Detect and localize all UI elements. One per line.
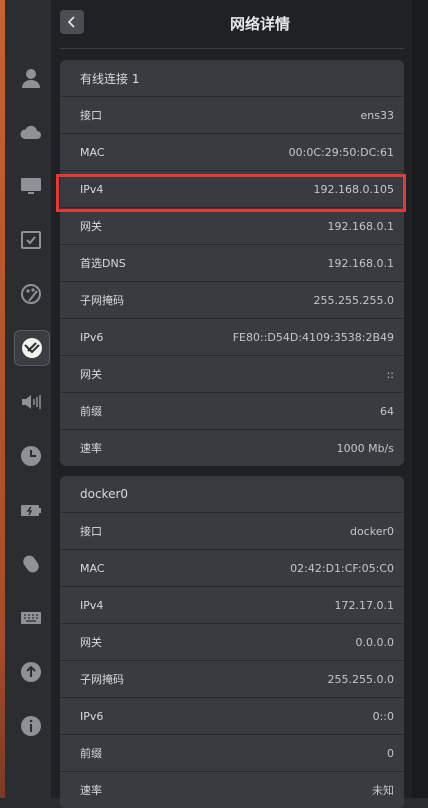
group-title: 有线连接 1 (60, 60, 404, 97)
info-row-dns: 首选DNS 192.168.0.1 (60, 245, 404, 282)
cloud-icon[interactable] (18, 119, 44, 145)
info-icon[interactable] (18, 713, 44, 739)
row-value: 172.17.0.1 (334, 598, 394, 612)
row-label: 子网掩码 (80, 673, 124, 686)
back-button[interactable] (60, 10, 84, 34)
info-row-prefix: 前缀 64 (60, 393, 404, 430)
mouse-icon[interactable] (18, 551, 44, 577)
row-value: :: (386, 367, 394, 381)
row-label: 速率 (80, 442, 102, 455)
power-icon[interactable] (18, 497, 44, 523)
row-label: 前缀 (80, 747, 102, 760)
info-row-ipv6-gateway: 网关:: (60, 356, 404, 393)
row-label: IPv6 (80, 709, 104, 723)
row-label: 子网掩码 (80, 294, 124, 307)
row-label: IPv4 (80, 598, 104, 612)
info-row-speed: 速率 1000 Mb/s (60, 430, 404, 466)
chevron-left-icon (67, 16, 75, 28)
default-apps-icon[interactable] (18, 227, 44, 253)
row-label: 网关 (80, 220, 102, 233)
info-row-gateway: 网关 0.0.0.0 (60, 624, 404, 661)
keyboard-icon[interactable] (18, 605, 44, 631)
row-value: docker0 (349, 524, 394, 538)
connection-group-wired: 有线连接 1 接口 ens33 MAC 00:0C:29:50:DC:61 IPv4… (60, 60, 404, 466)
info-row-ipv6: IPv6 0::0 (60, 698, 404, 735)
row-value: 1000 Mb/s (336, 441, 394, 455)
connection-group-docker0: docker0 接口 docker0 MAC 02:42:D1:CF:05:C0 I… (60, 476, 404, 808)
info-row-speed: 速率 未知 (60, 772, 404, 808)
row-value: 192.168.0.105 (313, 182, 394, 196)
row-value: 192.168.0.1 (327, 256, 394, 270)
info-row-prefix: 前缀 0 (60, 735, 404, 772)
row-value: ens33 (360, 108, 394, 122)
row-value: 255.255.255.0 (313, 293, 394, 307)
info-row-interface: 接口 docker0 (60, 513, 404, 550)
info-row-netmask: 子网掩码 255.255.255.0 (60, 282, 404, 319)
sound-icon[interactable] (18, 389, 44, 415)
update-icon[interactable] (18, 659, 44, 685)
row-value: 00:0C:29:50:DC:61 (288, 145, 394, 159)
row-label: MAC (80, 561, 105, 575)
row-label: 首选DNS (80, 257, 126, 270)
info-row-ipv4: IPv4 192.168.0.105 (60, 171, 404, 208)
row-label: MAC (80, 145, 105, 159)
row-value: 255.255.0.0 (327, 672, 394, 686)
network-icon[interactable] (14, 330, 50, 366)
row-label: 网关 (80, 636, 102, 649)
info-row-gateway: 网关 192.168.0.1 (60, 208, 404, 245)
row-label: 接口 (80, 525, 102, 538)
row-label: IPv4 (80, 182, 104, 196)
row-value: FE80::D54D:4109:3538:2B49 (232, 330, 394, 344)
account-icon[interactable] (18, 65, 44, 91)
row-label: 速率 (80, 784, 102, 797)
row-label: 前缀 (80, 405, 102, 418)
row-label: 接口 (80, 109, 102, 122)
display-icon[interactable] (18, 173, 44, 199)
info-row-ipv4: IPv4 172.17.0.1 (60, 587, 404, 624)
info-row-mac: MAC 02:42:D1:CF:05:C0 (60, 550, 404, 587)
page-title: 网络详情 (229, 15, 290, 33)
group-title: docker0 (60, 476, 404, 513)
info-row-netmask: 子网掩码 255.255.0.0 (60, 661, 404, 698)
settings-sidebar (5, 0, 51, 798)
row-label: IPv6 (80, 330, 104, 344)
row-value: 0 (387, 746, 394, 760)
personalization-icon[interactable] (18, 281, 44, 307)
info-row-interface: 接口 ens33 (60, 97, 404, 134)
divider (60, 48, 404, 49)
row-label: 网关 (80, 368, 102, 381)
row-value: 0.0.0.0 (355, 635, 394, 649)
row-value: 02:42:D1:CF:05:C0 (290, 561, 394, 575)
window-edge (412, 0, 428, 798)
row-value: 未知 (372, 784, 394, 797)
info-row-mac: MAC 00:0C:29:50:DC:61 (60, 134, 404, 171)
row-value: 0::0 (372, 709, 394, 723)
datetime-icon[interactable] (18, 443, 44, 469)
info-row-ipv6: IPv6 FE80::D54D:4109:3538:2B49 (60, 319, 404, 356)
row-value: 192.168.0.1 (327, 219, 394, 233)
row-value: 64 (380, 404, 394, 418)
